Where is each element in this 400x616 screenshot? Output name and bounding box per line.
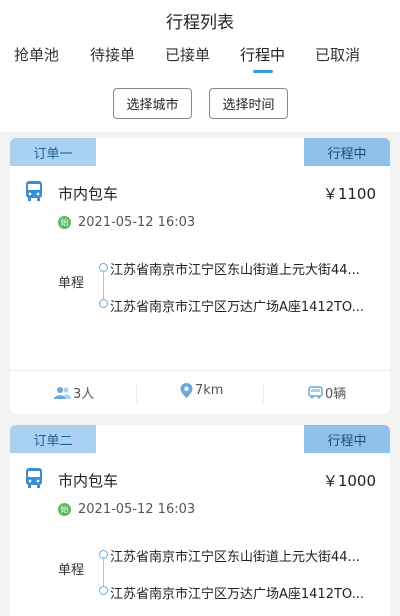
select-city-button[interactable]: 选择城市 [113,88,192,119]
stat-divider [263,383,264,403]
start-time-icon: 始 [58,216,71,229]
origin-address: 江苏省南京市江宁区东山街道上元大街44... [110,550,360,565]
service-name: 市内包车 [58,185,119,203]
status-badge: 行程中 [304,425,390,453]
order-datetime: 2021-05-12 16:03 [78,215,196,230]
tab-cancelled[interactable]: 已取消 [315,44,360,65]
order-price: ￥1100 [322,185,376,203]
status-badge: 行程中 [304,138,390,166]
active-tab-indicator [253,70,273,73]
distance: 7km [180,383,223,398]
route-line [103,557,104,587]
destination-dot-icon [99,299,108,308]
trip-type: 单程 [58,563,85,578]
order-label: 订单二 [10,425,96,453]
top-bar: 行程列表 抢单池 待接单 已接单 行程中 已取消 选择城市 选择时间 [0,0,400,132]
people-icon [54,386,71,399]
select-time-button[interactable]: 选择时间 [209,88,288,119]
passenger-count-value: 3人 [73,387,95,402]
service-name: 市内包车 [58,472,119,490]
order-price: ￥1000 [322,472,376,490]
distance-value: 7km [195,383,224,398]
route-line [103,270,104,300]
vehicle-count: 0辆 [308,383,346,402]
origin-address: 江苏省南京市江宁区东山街道上元大街44... [110,263,360,278]
start-time-icon: 始 [58,503,71,516]
passenger-count: 3人 [54,383,94,402]
vehicle-count-value: 0辆 [325,387,347,402]
order-stats: 3人 7km 0辆 [10,370,390,414]
status-tabs: 抢单池 待接单 已接单 行程中 已取消 [0,44,400,74]
destination-dot-icon [99,586,108,595]
tab-pending[interactable]: 待接单 [90,44,135,65]
order-card[interactable]: 订单二 行程中 市内包车 ￥1000 始 2021-05-12 16:03 单程… [10,425,390,616]
tab-grab-pool[interactable]: 抢单池 [14,44,59,65]
location-pin-icon [180,383,193,398]
tab-in-progress[interactable]: 行程中 [240,44,285,65]
page-title: 行程列表 [166,13,234,33]
car-icon [308,386,323,399]
destination-address: 江苏省南京市江宁区万达广场A座1412TO... [110,587,365,602]
tab-accepted[interactable]: 已接单 [165,44,210,65]
order-card[interactable]: 订单一 行程中 市内包车 ￥1100 始 2021-05-12 16:03 单程… [10,138,390,414]
bus-icon [26,181,42,201]
trip-type: 单程 [58,276,85,291]
bus-icon [26,468,42,488]
order-datetime: 2021-05-12 16:03 [78,502,196,517]
stat-divider [136,383,137,403]
destination-address: 江苏省南京市江宁区万达广场A座1412TO... [110,300,365,315]
order-label: 订单一 [10,138,96,166]
